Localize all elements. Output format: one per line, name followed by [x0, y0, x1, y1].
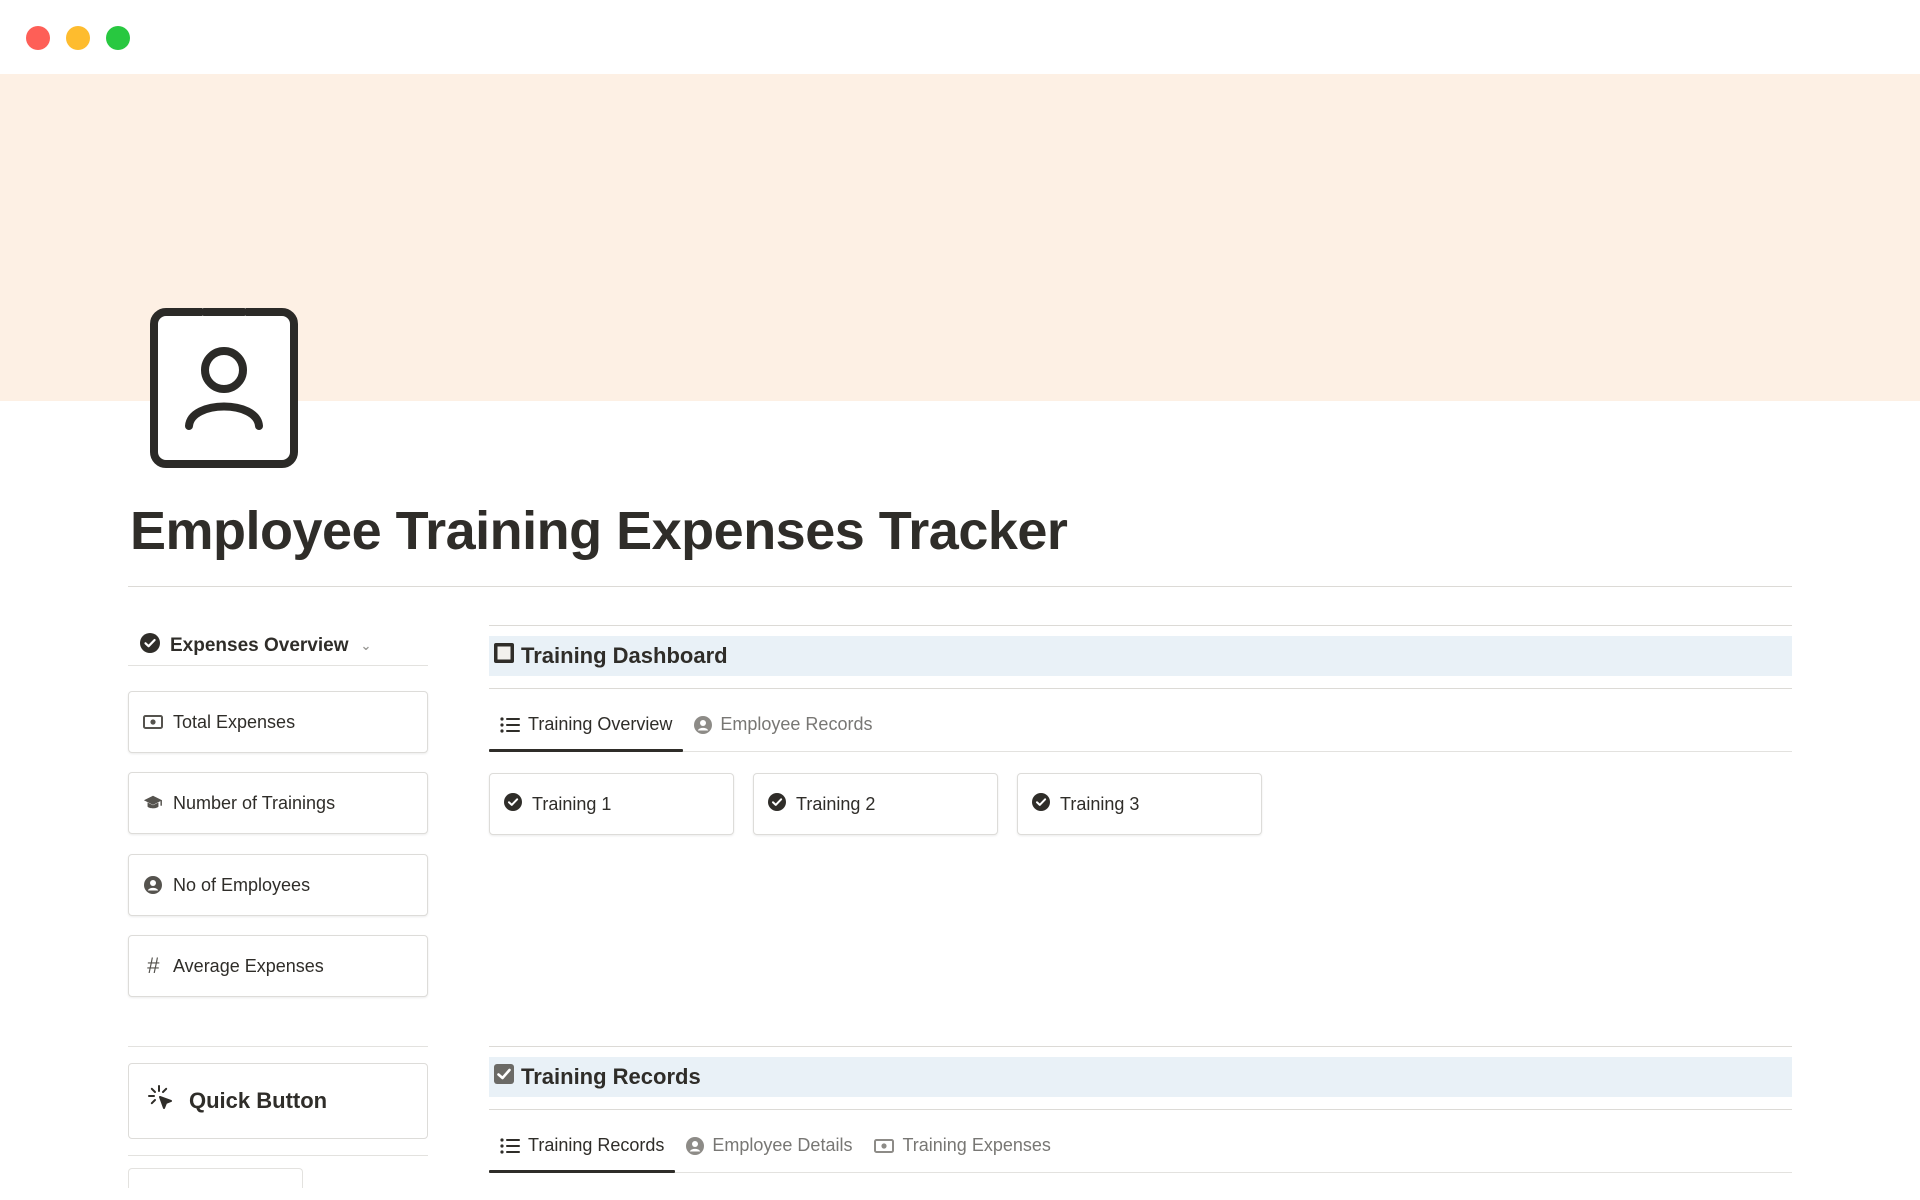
- stat-card-no-of-employees[interactable]: No of Employees: [128, 854, 428, 916]
- training-card-label: Training 1: [532, 793, 612, 814]
- divider: [489, 688, 1792, 689]
- stat-label: Total Expenses: [173, 711, 296, 732]
- divider: [489, 1046, 1792, 1047]
- stat-label: Average Expenses: [173, 955, 324, 976]
- list-icon: [500, 716, 520, 733]
- tab-employee-details[interactable]: Employee Details: [675, 1119, 863, 1172]
- user-circle-icon: [143, 875, 163, 895]
- training-records-header: Training Records: [489, 1057, 1792, 1097]
- divider: [489, 625, 1792, 626]
- divider: [128, 1046, 428, 1047]
- database-view-switcher[interactable]: Expenses Overview ⌄: [128, 626, 428, 666]
- tab-label: Employee Records: [720, 714, 873, 734]
- chevron-down-icon: ⌄: [360, 637, 372, 653]
- quick-button[interactable]: Quick Button: [128, 1063, 428, 1139]
- graduation-cap-icon: [143, 793, 163, 813]
- stat-label: No of Employees: [173, 874, 311, 895]
- user-circle-icon: [686, 1136, 705, 1155]
- minimize-window-button[interactable]: [66, 26, 90, 50]
- check-circle-icon: [768, 792, 786, 816]
- section-title[interactable]: Training Records: [521, 1064, 701, 1090]
- training-card-label: Training 2: [796, 793, 876, 814]
- tab-training-expenses[interactable]: Training Expenses: [863, 1119, 1061, 1172]
- check-circle-icon: [140, 632, 160, 659]
- section-title[interactable]: Training Dashboard: [521, 643, 728, 669]
- square-icon: [493, 642, 515, 670]
- training-cards: Training 1 Training 2 Training 3: [489, 773, 1262, 835]
- database-view-label: Expenses Overview: [170, 634, 349, 656]
- tab-label: Employee Details: [712, 1135, 853, 1155]
- check-circle-icon: [1032, 792, 1050, 816]
- divider: [489, 1109, 1792, 1110]
- window-titlebar: [0, 0, 1920, 74]
- tab-training-records[interactable]: Training Records: [489, 1119, 676, 1173]
- banknote-icon: [874, 1138, 895, 1153]
- training-card[interactable]: Training 2: [753, 773, 998, 835]
- training-card-label: Training 3: [1060, 793, 1140, 814]
- stat-card-total-expenses[interactable]: Total Expenses: [128, 691, 428, 753]
- hash-icon: #: [146, 953, 160, 978]
- tab-label: Training Records: [528, 1135, 665, 1155]
- dashboard-tabs: Training Overview Employee Records: [489, 698, 1792, 752]
- tab-label: Training Overview: [528, 714, 673, 734]
- close-window-button[interactable]: [26, 26, 50, 50]
- tab-training-overview[interactable]: Training Overview: [489, 698, 684, 752]
- title-divider: [128, 586, 1792, 587]
- person-badge-icon[interactable]: [150, 308, 298, 468]
- training-card[interactable]: Training 1: [489, 773, 734, 835]
- records-tabs: Training Records Employee Details Traini…: [489, 1119, 1792, 1173]
- stat-card-average-expenses[interactable]: # Average Expenses: [128, 935, 428, 997]
- quick-button-label: Quick Button: [189, 1088, 328, 1113]
- zoom-window-button[interactable]: [106, 26, 130, 50]
- training-card[interactable]: Training 3: [1017, 773, 1262, 835]
- list-icon: [500, 1137, 520, 1154]
- tab-employee-records[interactable]: Employee Records: [683, 698, 883, 751]
- divider: [128, 1155, 428, 1156]
- page-title[interactable]: Employee Training Expenses Tracker: [130, 500, 1068, 562]
- stat-label: Number of Trainings: [173, 792, 336, 813]
- stat-card-number-of-trainings[interactable]: Number of Trainings: [128, 772, 428, 834]
- user-circle-icon: [694, 715, 713, 734]
- training-dashboard-header: Training Dashboard: [489, 636, 1792, 676]
- partial-card[interactable]: [128, 1168, 303, 1188]
- tab-label: Training Expenses: [902, 1135, 1051, 1155]
- check-circle-icon: [504, 792, 522, 816]
- checkbox-checked-icon: [493, 1063, 515, 1091]
- sparkle-cursor-icon: [147, 1084, 175, 1118]
- banknote-icon: [143, 712, 163, 732]
- left-column: Expenses Overview ⌄ Total Expenses Numbe…: [128, 626, 428, 1188]
